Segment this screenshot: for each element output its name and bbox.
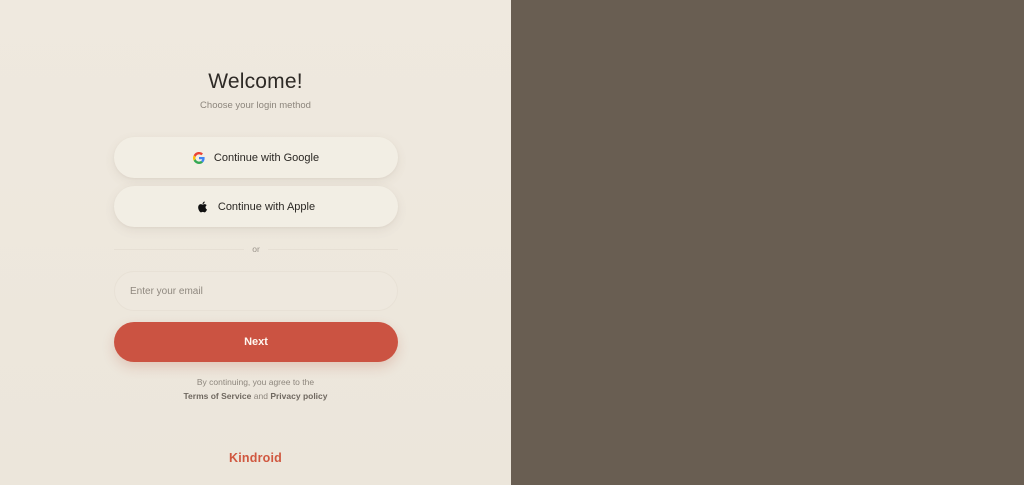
continue-with-google-button[interactable]: Continue with Google [114,137,398,178]
email-input[interactable] [114,271,398,311]
page-title: Welcome! [208,70,303,93]
legal-prefix: By continuing, you agree to the [196,377,315,387]
hero-panel [511,0,1024,485]
login-panel: Welcome! Choose your login method Contin… [0,0,511,485]
apple-logo-icon [197,201,209,213]
legal-links: Terms of Service and Privacy policy [0,389,511,403]
brand-logo: Kindroid [229,451,282,465]
privacy-policy-link[interactable]: Privacy policy [270,391,327,401]
divider-label: or [252,244,260,254]
legal-and: and [253,391,268,401]
divider-line-right [267,248,398,250]
next-button[interactable]: Next [114,322,398,362]
or-divider: or [114,244,398,254]
google-button-label: Continue with Google [213,151,320,164]
legal-notice: By continuing, you agree to the Terms of… [0,375,511,403]
divider-line-left [114,248,245,250]
apple-button-label: Continue with Apple [217,200,316,213]
terms-of-service-link[interactable]: Terms of Service [184,391,252,401]
page-subtitle: Choose your login method [200,100,311,111]
continue-with-apple-button[interactable]: Continue with Apple [114,186,398,227]
google-logo-icon [192,151,205,164]
